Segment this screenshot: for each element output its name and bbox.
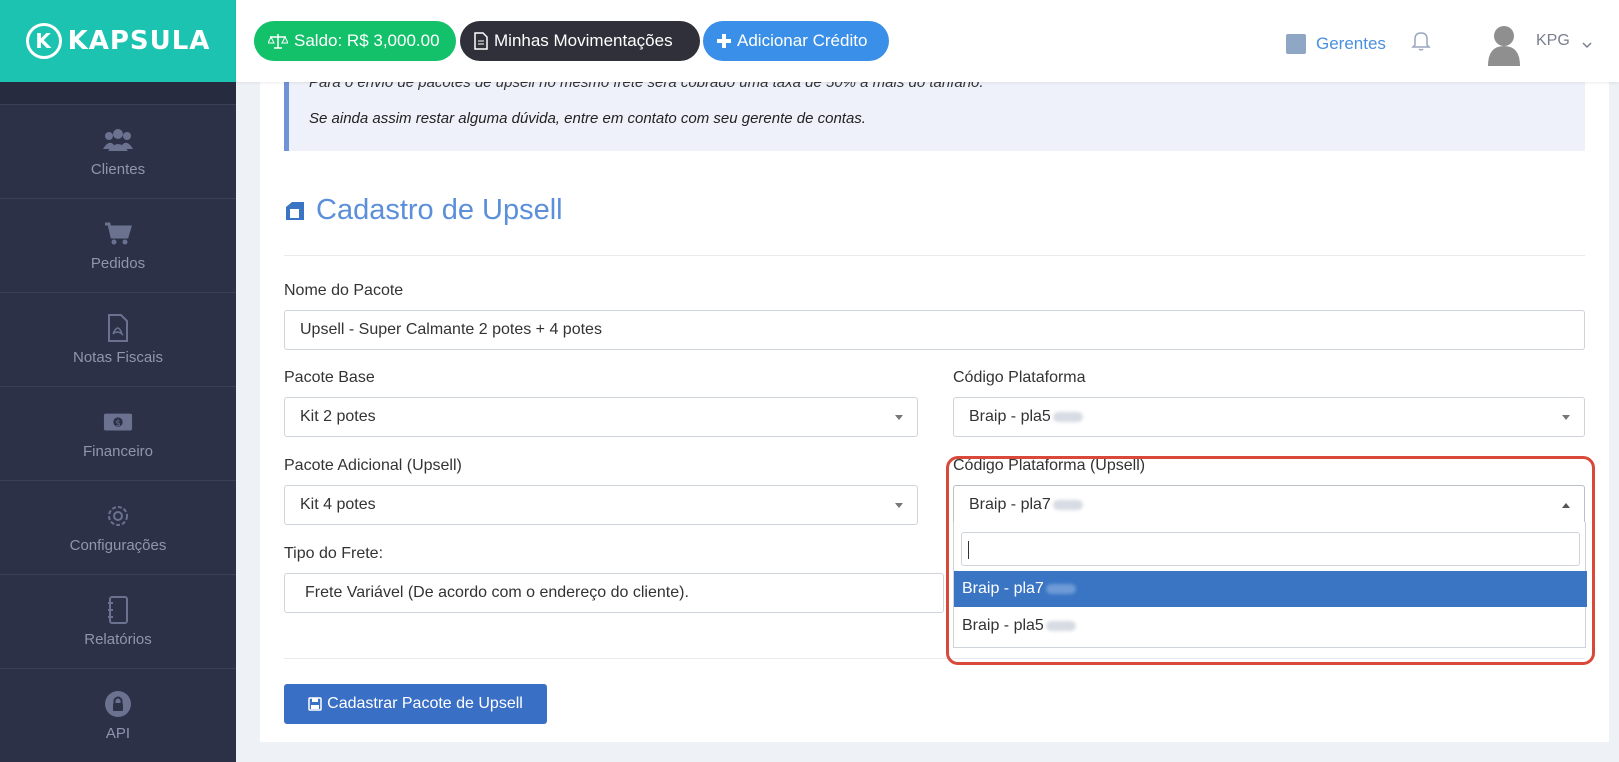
page-title: Cadastro de Upsell: [284, 194, 563, 227]
codigo-plataforma-value: Braip - pla5: [969, 408, 1051, 425]
sidebar-item-label: Relatórios: [84, 631, 152, 648]
caret-down-icon: [1562, 415, 1570, 420]
gerentes-link[interactable]: Gerentes: [1286, 34, 1386, 54]
sidebar-item-financeiro[interactable]: $ Financeiro: [0, 386, 236, 480]
user-name[interactable]: KPG: [1536, 32, 1570, 50]
caret-down-icon: [895, 415, 903, 420]
movimentacoes-button[interactable]: Minhas Movimentações: [460, 21, 700, 61]
nome-pacote-input[interactable]: Upsell - Super Calmante 2 potes + 4 pote…: [284, 310, 1585, 350]
tipo-frete-label: Tipo do Frete:: [284, 545, 384, 562]
file-text-icon: [474, 32, 488, 50]
pacote-adicional-select[interactable]: Kit 4 potes: [284, 485, 918, 525]
saldo-button[interactable]: Saldo: R$ 3,000.00: [254, 21, 456, 61]
sidebar: K KAPSULA Clientes Pedidos Notas Fiscais…: [0, 0, 236, 762]
highlight-annotation: [946, 456, 1595, 665]
pacote-adicional-value: Kit 4 potes: [300, 496, 376, 513]
cadastrar-pacote-label: Cadastrar Pacote de Upsell: [327, 695, 523, 712]
bell-icon[interactable]: [1411, 30, 1431, 57]
info-notice: Para o envio de pacotes de upsell no mes…: [284, 74, 1585, 151]
sidebar-item-label: Clientes: [90, 161, 146, 178]
sidebar-item-api[interactable]: API: [0, 668, 236, 762]
pacote-adicional-label: Pacote Adicional (Upsell): [284, 457, 462, 474]
nome-pacote-label: Nome do Pacote: [284, 282, 404, 299]
brand-logo-icon: K: [25, 23, 62, 59]
save-icon: [308, 697, 322, 711]
pacote-base-value: Kit 2 potes: [300, 408, 376, 425]
sidebar-item-label: Financeiro: [82, 443, 154, 460]
sidebar-item-label: Configurações: [69, 537, 167, 554]
balance-scale-icon: [268, 34, 288, 49]
plus-icon: [717, 34, 731, 48]
sidebar-item-label: Pedidos: [90, 255, 146, 272]
sidebar-item-relatorios[interactable]: Relatórios: [0, 574, 236, 668]
sidebar-item-configuracoes[interactable]: Configurações: [0, 480, 236, 574]
adicionar-credito-button[interactable]: Adicionar Crédito: [703, 21, 889, 61]
users-icon: [103, 125, 133, 155]
codigo-plataforma-select[interactable]: Braip - pla5: [953, 397, 1585, 437]
codigo-plataforma-label: Código Plataforma: [953, 369, 1086, 386]
movimentacoes-label: Minhas Movimentações: [494, 31, 673, 50]
divider: [284, 255, 1585, 256]
sidebar-item-label: Notas Fiscais: [72, 349, 164, 366]
chevron-down-icon[interactable]: [1582, 36, 1592, 54]
brand-name: KAPSULA: [67, 26, 211, 56]
saldo-label: Saldo: R$ 3,000.00: [294, 31, 440, 50]
sidebar-item-label: API: [105, 725, 131, 742]
sidebar-item-pedidos[interactable]: Pedidos: [0, 198, 236, 292]
gear-icon: [103, 501, 133, 531]
top-header: Saldo: R$ 3,000.00 Minhas Movimentações …: [236, 0, 1619, 82]
nome-pacote-value: Upsell - Super Calmante 2 potes + 4 pote…: [300, 321, 602, 338]
tipo-frete-value: Frete Variável (De acordo com o endereço…: [305, 584, 689, 601]
notice-text: Se ainda assim restar alguma dúvida, ent…: [309, 110, 866, 127]
caret-down-icon: [895, 503, 903, 508]
cube-icon: [286, 201, 304, 220]
adicionar-credito-label: Adicionar Crédito: [737, 31, 868, 50]
notebook-icon: [103, 595, 133, 625]
tie-icon: [1286, 34, 1306, 54]
sidebar-item-notas-fiscais[interactable]: Notas Fiscais: [0, 292, 236, 386]
page-title-text: Cadastro de Upsell: [316, 194, 563, 226]
brand-logo[interactable]: K KAPSULA: [0, 0, 236, 82]
svg-text:$: $: [115, 418, 120, 428]
gerentes-label: Gerentes: [1316, 34, 1386, 53]
pdf-file-icon: [103, 313, 133, 343]
cadastrar-pacote-button[interactable]: Cadastrar Pacote de Upsell: [284, 684, 547, 724]
sidebar-item-clientes[interactable]: Clientes: [0, 104, 236, 198]
cart-icon: [103, 219, 133, 249]
pacote-base-select[interactable]: Kit 2 potes: [284, 397, 918, 437]
pacote-base-label: Pacote Base: [284, 369, 375, 386]
avatar[interactable]: [1484, 22, 1524, 66]
lock-icon: [103, 689, 133, 719]
money-bill-icon: $: [103, 407, 133, 437]
tipo-frete-select[interactable]: Frete Variável (De acordo com o endereço…: [284, 573, 944, 613]
